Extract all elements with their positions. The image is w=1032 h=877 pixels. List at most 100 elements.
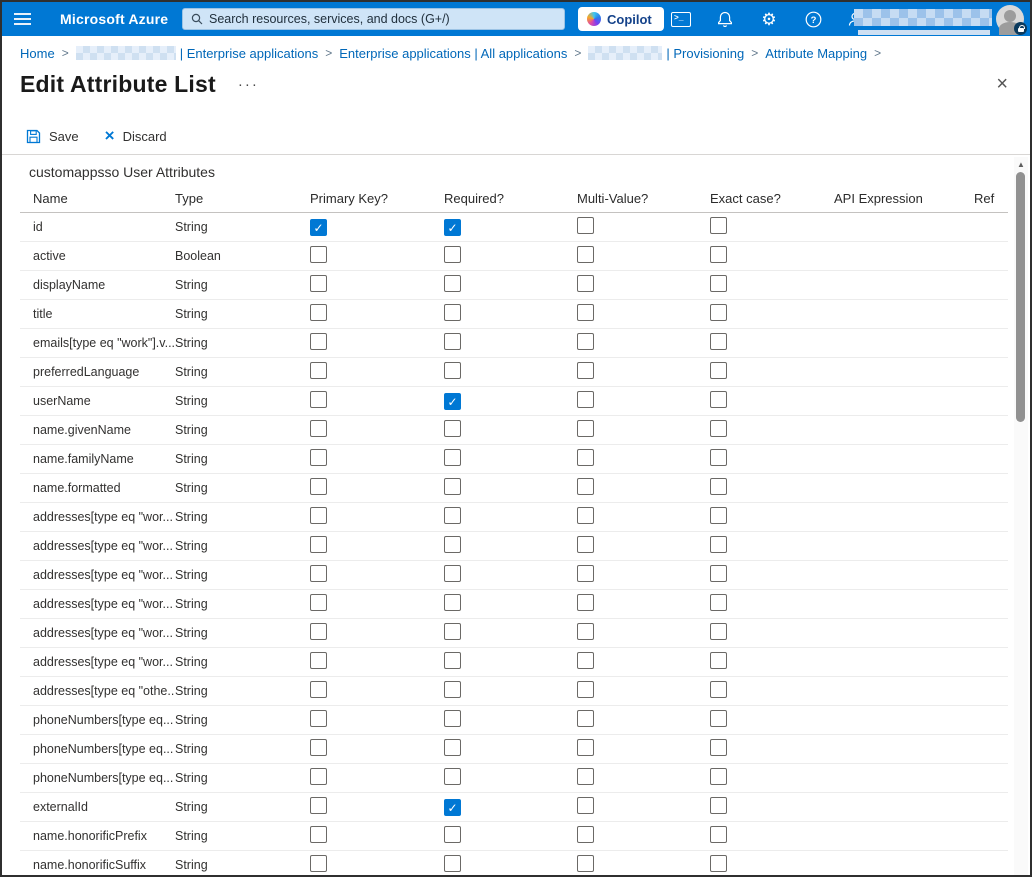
column-header-name[interactable]: Name [20,191,175,206]
exact-case-checkbox[interactable] [710,768,727,785]
table-row[interactable]: addresses[type eq "wor... String [20,503,1008,532]
multi-value-checkbox[interactable] [577,594,594,611]
vertical-scrollbar[interactable]: ▲ [1014,157,1028,875]
settings-gear-icon[interactable]: ⚙ [758,8,780,30]
table-row[interactable]: addresses[type eq "wor... String [20,532,1008,561]
table-row[interactable]: userName String ✓ [20,387,1008,416]
primary-key-checkbox[interactable] [310,710,327,727]
save-button[interactable]: Save [26,129,79,144]
primary-key-checkbox[interactable] [310,507,327,524]
column-header-multi-value[interactable]: Multi-Value? [577,191,710,206]
exact-case-checkbox[interactable] [710,623,727,640]
required-checkbox[interactable] [444,855,461,872]
column-header-type[interactable]: Type [175,191,310,206]
scrollbar-thumb[interactable] [1016,172,1025,422]
primary-key-checkbox[interactable] [310,420,327,437]
multi-value-checkbox[interactable] [577,826,594,843]
required-checkbox[interactable] [444,594,461,611]
multi-value-checkbox[interactable] [577,623,594,640]
primary-key-checkbox[interactable] [310,246,327,263]
column-header-primary-key[interactable]: Primary Key? [310,191,444,206]
exact-case-checkbox[interactable] [710,536,727,553]
required-checkbox[interactable] [444,739,461,756]
discard-button[interactable]: × Discard [105,127,167,144]
exact-case-checkbox[interactable] [710,855,727,872]
primary-key-checkbox[interactable] [310,739,327,756]
breadcrumb-provisioning[interactable]: | Provisioning [588,46,744,61]
table-row[interactable]: phoneNumbers[type eq... String [20,764,1008,793]
table-row[interactable]: addresses[type eq "wor... String [20,619,1008,648]
table-row[interactable]: title String [20,300,1008,329]
column-header-required[interactable]: Required? [444,191,577,206]
required-checkbox[interactable] [444,507,461,524]
table-row[interactable]: name.familyName String [20,445,1008,474]
multi-value-checkbox[interactable] [577,449,594,466]
exact-case-checkbox[interactable] [710,681,727,698]
help-icon[interactable]: ? [802,8,824,30]
breadcrumb-attribute-mapping[interactable]: Attribute Mapping [765,46,867,61]
multi-value-checkbox[interactable] [577,536,594,553]
multi-value-checkbox[interactable] [577,681,594,698]
exact-case-checkbox[interactable] [710,362,727,379]
exact-case-checkbox[interactable] [710,478,727,495]
multi-value-checkbox[interactable] [577,275,594,292]
exact-case-checkbox[interactable] [710,217,727,234]
primary-key-checkbox[interactable]: ✓ [310,218,327,236]
required-checkbox[interactable] [444,275,461,292]
required-checkbox[interactable] [444,710,461,727]
scroll-up-arrow-icon[interactable]: ▲ [1014,160,1028,169]
required-checkbox[interactable] [444,478,461,495]
close-icon[interactable]: × [990,73,1014,95]
breadcrumb-home[interactable]: Home [20,46,55,61]
table-row[interactable]: name.honorificSuffix String [20,851,1008,875]
required-checkbox[interactable] [444,768,461,785]
table-row[interactable]: addresses[type eq "wor... String [20,648,1008,677]
multi-value-checkbox[interactable] [577,710,594,727]
multi-value-checkbox[interactable] [577,565,594,582]
required-checkbox[interactable] [444,246,461,263]
multi-value-checkbox[interactable] [577,333,594,350]
primary-key-checkbox[interactable] [310,362,327,379]
primary-key-checkbox[interactable] [310,594,327,611]
column-header-referenced[interactable]: Ref [974,191,1002,206]
required-checkbox[interactable] [444,681,461,698]
table-row[interactable]: displayName String [20,271,1008,300]
multi-value-checkbox[interactable] [577,246,594,263]
required-checkbox[interactable] [444,623,461,640]
exact-case-checkbox[interactable] [710,246,727,263]
exact-case-checkbox[interactable] [710,391,727,408]
breadcrumb-enterprise-applications[interactable]: | Enterprise applications [75,46,318,61]
table-row[interactable]: id String ✓ ✓ [20,213,1008,242]
table-row[interactable]: name.formatted String [20,474,1008,503]
notifications-bell-icon[interactable] [714,8,736,30]
table-row[interactable]: addresses[type eq "othe... String [20,677,1008,706]
primary-key-checkbox[interactable] [310,768,327,785]
table-row[interactable]: phoneNumbers[type eq... String [20,735,1008,764]
required-checkbox[interactable]: ✓ [444,218,461,236]
primary-key-checkbox[interactable] [310,449,327,466]
table-row[interactable]: addresses[type eq "wor... String [20,590,1008,619]
table-row[interactable]: externalId String ✓ [20,793,1008,822]
exact-case-checkbox[interactable] [710,826,727,843]
primary-key-checkbox[interactable] [310,652,327,669]
multi-value-checkbox[interactable] [577,420,594,437]
exact-case-checkbox[interactable] [710,652,727,669]
primary-key-checkbox[interactable] [310,275,327,292]
primary-key-checkbox[interactable] [310,333,327,350]
exact-case-checkbox[interactable] [710,594,727,611]
exact-case-checkbox[interactable] [710,333,727,350]
column-header-exact-case[interactable]: Exact case? [710,191,834,206]
multi-value-checkbox[interactable] [577,217,594,234]
table-row[interactable]: name.givenName String [20,416,1008,445]
global-search-input[interactable]: Search resources, services, and docs (G+… [182,8,565,30]
avatar[interactable] [996,5,1027,35]
required-checkbox[interactable] [444,449,461,466]
multi-value-checkbox[interactable] [577,768,594,785]
table-row[interactable]: phoneNumbers[type eq... String [20,706,1008,735]
primary-key-checkbox[interactable] [310,681,327,698]
required-checkbox[interactable]: ✓ [444,392,461,410]
more-options-icon[interactable]: ··· [238,77,259,92]
multi-value-checkbox[interactable] [577,739,594,756]
table-row[interactable]: name.honorificPrefix String [20,822,1008,851]
multi-value-checkbox[interactable] [577,797,594,814]
